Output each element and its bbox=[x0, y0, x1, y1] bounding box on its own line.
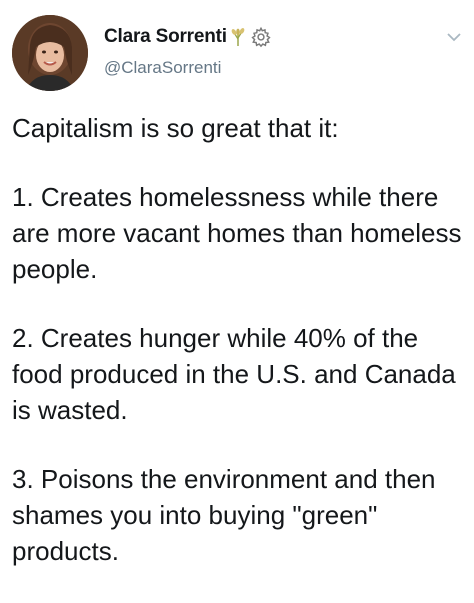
profile-photo-icon bbox=[12, 15, 88, 91]
tweet-paragraph-intro: Capitalism is so great that it: bbox=[12, 113, 339, 143]
tweet-paragraph-2: 2. Creates hunger while 40% of the food … bbox=[12, 323, 463, 425]
tweet-paragraph-1: 1. Creates homelessness while there are … bbox=[12, 182, 469, 284]
chevron-down-icon[interactable] bbox=[446, 30, 462, 42]
avatar[interactable] bbox=[12, 15, 88, 91]
tweet-text: Capitalism is so great that it: 1. Creat… bbox=[12, 110, 468, 569]
tweet-card: Clara Sorrenti @ClaraSorrenti Capitalism… bbox=[0, 0, 474, 603]
tweet-header: Clara Sorrenti @ClaraSorrenti bbox=[104, 24, 434, 78]
gear-icon bbox=[250, 26, 272, 48]
user-handle[interactable]: @ClaraSorrenti bbox=[104, 58, 434, 78]
display-name[interactable]: Clara Sorrenti bbox=[104, 26, 227, 48]
tweet-paragraph-3: 3. Poisons the environment and then sham… bbox=[12, 464, 443, 566]
sheaf-of-rice-icon bbox=[229, 27, 247, 47]
name-row: Clara Sorrenti bbox=[104, 24, 434, 50]
